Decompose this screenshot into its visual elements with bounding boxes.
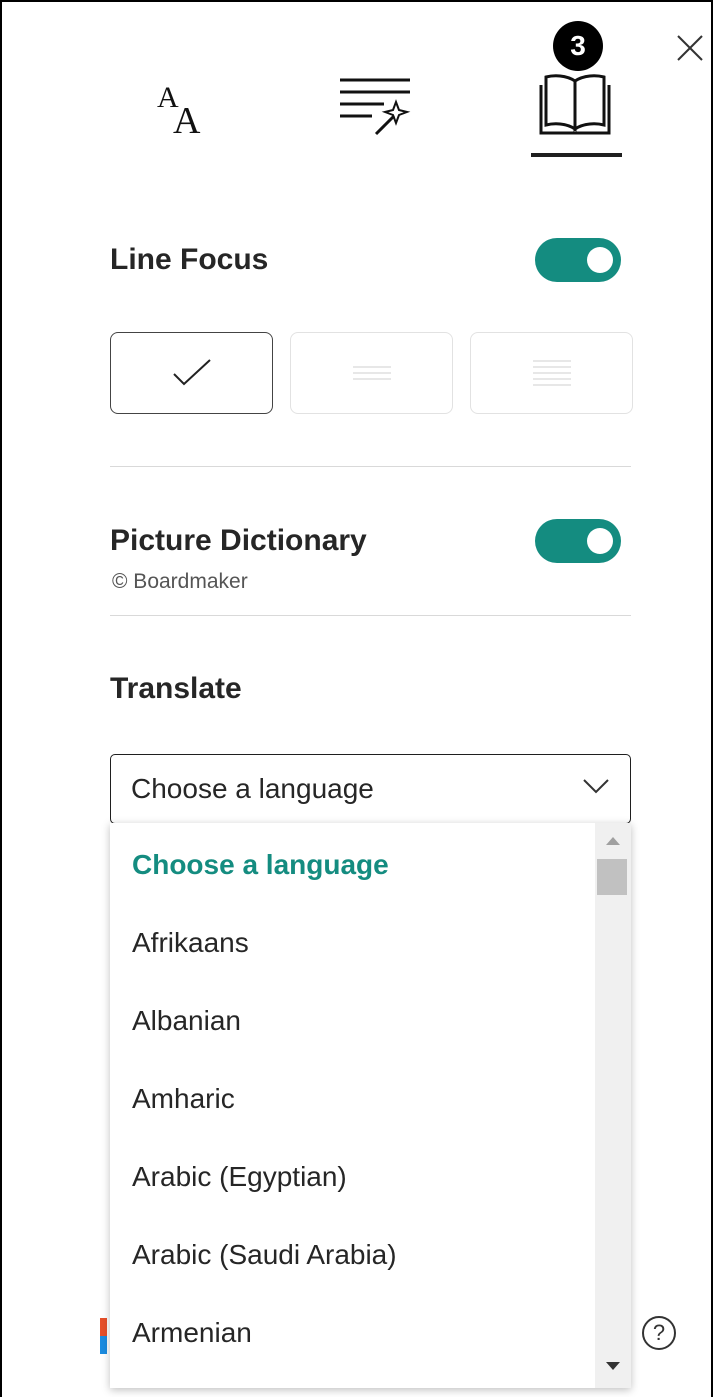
close-button[interactable] — [672, 30, 708, 66]
checkmark-icon — [172, 359, 211, 386]
language-option[interactable]: Albanian — [132, 1005, 241, 1037]
picture-dictionary-title: Picture Dictionary — [110, 524, 367, 557]
boardmaker-credit: © Boardmaker — [112, 570, 248, 593]
tab-reading-preferences[interactable] — [535, 68, 615, 140]
selected-tab-indicator — [531, 153, 622, 157]
three-lines-icon — [352, 366, 391, 380]
scroll-down-arrow-icon[interactable] — [606, 1362, 620, 1370]
line-focus-option-five-lines[interactable] — [470, 332, 633, 414]
close-icon — [677, 35, 703, 61]
divider — [110, 466, 631, 467]
divider — [110, 615, 631, 616]
chevron-down-icon — [583, 779, 609, 794]
line-focus-option-one-line[interactable] — [110, 332, 273, 414]
language-option[interactable]: Arabic (Saudi Arabia) — [132, 1239, 397, 1271]
tab-text-preferences[interactable]: A A — [140, 70, 220, 140]
translate-title: Translate — [110, 672, 242, 705]
language-option[interactable]: Afrikaans — [132, 927, 249, 959]
grammar-wand-icon — [340, 78, 411, 136]
language-select[interactable]: Choose a language — [110, 754, 631, 824]
text-size-icon: A A — [157, 81, 201, 135]
toggle-knob — [587, 528, 613, 554]
line-focus-toggle[interactable] — [535, 238, 621, 282]
svg-text:A: A — [173, 100, 201, 135]
language-option[interactable]: Amharic — [132, 1083, 235, 1115]
toggle-knob — [587, 247, 613, 273]
language-select-value: Choose a language — [131, 773, 374, 804]
language-option[interactable]: Arabic (Egyptian) — [132, 1161, 347, 1193]
microsoft-logo-fragment — [100, 1318, 107, 1354]
step-badge: 3 — [553, 21, 603, 71]
tab-grammar-options[interactable] — [330, 70, 420, 140]
dropdown-scrollbar[interactable] — [595, 823, 631, 1388]
language-option[interactable]: Choose a language — [132, 849, 389, 881]
language-option[interactable]: Armenian — [132, 1317, 252, 1349]
scroll-up-arrow-icon[interactable] — [606, 837, 620, 845]
scroll-thumb[interactable] — [597, 859, 627, 895]
help-icon: ? — [652, 1320, 666, 1345]
line-focus-option-three-lines[interactable] — [290, 332, 453, 414]
language-dropdown-list: Choose a language Afrikaans Albanian Amh… — [110, 823, 631, 1388]
five-lines-icon — [532, 360, 571, 386]
help-button[interactable]: ? — [642, 1316, 676, 1350]
picture-dictionary-toggle[interactable] — [535, 519, 621, 563]
book-icon — [539, 74, 611, 135]
line-focus-title: Line Focus — [110, 243, 269, 276]
